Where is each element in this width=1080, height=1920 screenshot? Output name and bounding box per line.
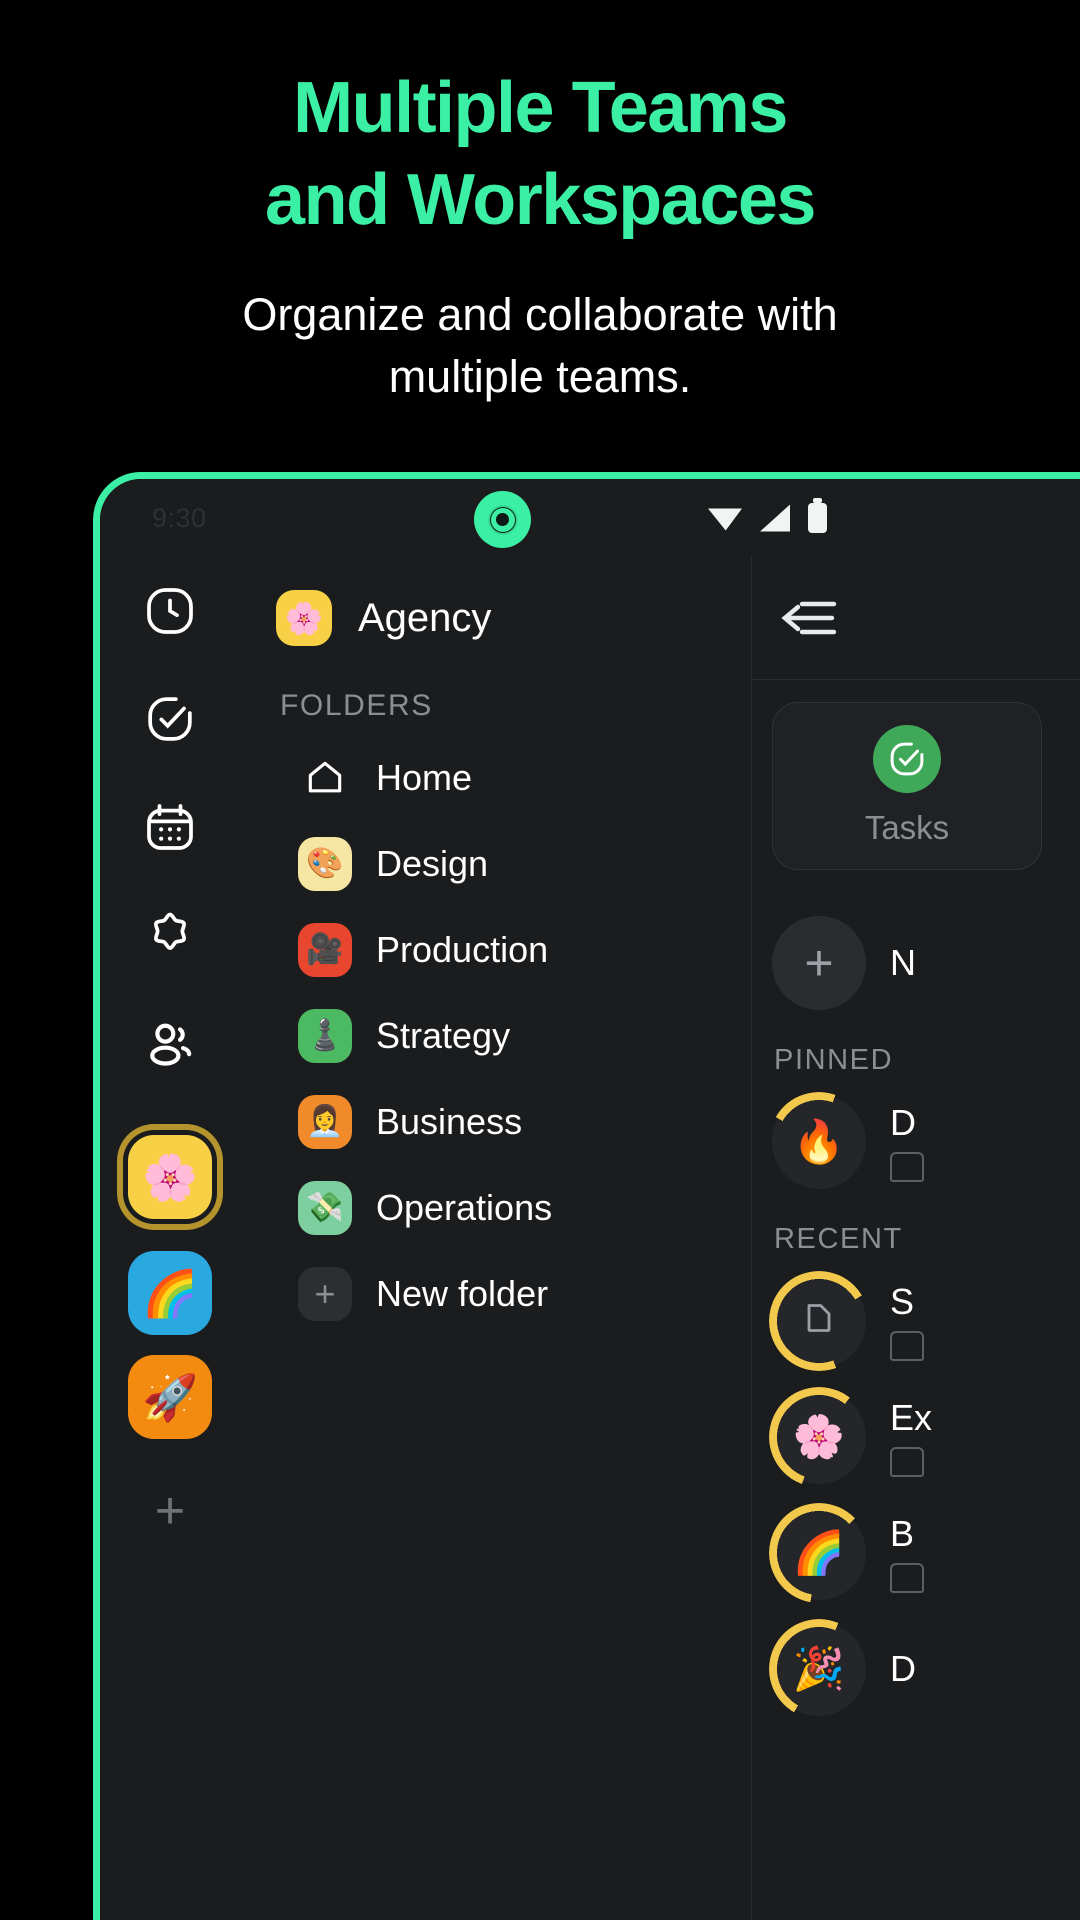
promo-copy: Multiple Teams and Workspaces Organize a… (0, 0, 1080, 409)
cell-signal-icon (760, 504, 790, 532)
fire-emoji: 🔥 (792, 1118, 846, 1165)
businesswoman-emoji: 👩‍💼 (298, 1095, 352, 1149)
progress-ring: 🔥 (769, 1092, 869, 1192)
right-panel-top (752, 557, 1080, 679)
people-icon[interactable] (142, 1015, 198, 1071)
progress-ring (769, 1271, 869, 1371)
folder-list: Home 🎨 Design 🎥 Production ♟️ Strategy 👩… (276, 745, 751, 1327)
workspace-rainbow[interactable]: 🌈 (128, 1251, 212, 1335)
new-folder-button[interactable]: + New folder (276, 1261, 751, 1327)
folder-label: Strategy (376, 1015, 511, 1056)
workspace-header[interactable]: 🌸 Agency (276, 557, 751, 679)
recent-item-label: D (890, 1648, 916, 1689)
folder-item-production[interactable]: 🎥 Production (276, 917, 751, 983)
page-title: Multiple Teams and Workspaces (265, 68, 816, 241)
pinned-section-label: PINNED (774, 1044, 894, 1076)
recent-item[interactable]: 🌸 Ex (769, 1387, 1080, 1487)
progress-ring: 🌸 (769, 1387, 869, 1487)
folder-label: Design (376, 843, 489, 884)
check-circle-icon (873, 725, 941, 793)
recent-item[interactable]: 🎉 D (769, 1619, 1080, 1719)
front-camera-cutout (474, 491, 531, 548)
recent-clock-icon[interactable] (142, 583, 198, 639)
right-panel: Tasks + N PINNED 🔥 D RECENT S 🌸 Ex 🌈 B 🎉… (751, 557, 1080, 1920)
folder-label: Operations (376, 1187, 553, 1228)
folder-label: Business (376, 1101, 523, 1142)
tasks-card[interactable]: Tasks (772, 702, 1042, 870)
page-subtitle: Organize and collaborate with multiple t… (242, 289, 838, 403)
status-icons (708, 498, 827, 533)
home-outline-icon (298, 751, 352, 805)
tasks-check-icon[interactable] (142, 691, 198, 747)
folder-label: Home (376, 757, 473, 798)
palette-emoji: 🎨 (298, 837, 352, 891)
folder-item-home[interactable]: Home (276, 745, 751, 811)
folder-item-design[interactable]: 🎨 Design (276, 831, 751, 897)
promo-screenshot: Multiple Teams and Workspaces Organize a… (0, 0, 1080, 1920)
folder-label: Production (376, 929, 549, 970)
blossom-emoji: 🌸 (792, 1413, 846, 1460)
money-wings-emoji: 💸 (298, 1181, 352, 1235)
workspace-rail: 🌸 🌈 🚀 + (100, 557, 240, 1920)
new-item-button[interactable]: + N (772, 916, 1080, 1010)
folder-item-operations[interactable]: 💸 Operations (276, 1175, 751, 1241)
status-bar: 9:30 (100, 479, 1080, 557)
collapse-sidebar-icon[interactable] (778, 596, 838, 640)
recent-item-label: S (890, 1281, 915, 1322)
status-time: 9:30 (152, 502, 207, 533)
recent-section-label: RECENT (774, 1223, 903, 1255)
chess-pawn-emoji: ♟️ (298, 1009, 352, 1063)
recent-item-label: Ex (890, 1397, 933, 1438)
phone-screen: 9:30 🌸 🌈 🚀 + 🌸 Agency FOLDERS Home 🎨 Des… (100, 479, 1080, 1920)
progress-ring: 🎉 (769, 1619, 869, 1719)
workspace-agency[interactable]: 🌸 (128, 1135, 212, 1219)
movie-camera-emoji: 🎥 (298, 923, 352, 977)
doc-icon (890, 1563, 924, 1593)
wifi-icon (708, 508, 742, 531)
rainbow-emoji: 🌈 (792, 1529, 846, 1576)
phone-mockup: 9:30 🌸 🌈 🚀 + 🌸 Agency FOLDERS Home 🎨 Des… (93, 472, 1080, 1920)
party-popper-emoji: 🎉 (792, 1645, 846, 1692)
folder-item-strategy[interactable]: ♟️ Strategy (276, 1003, 751, 1069)
doc-icon (890, 1447, 924, 1477)
workspace-header-name: Agency (358, 595, 492, 640)
add-workspace-button[interactable]: + (128, 1469, 212, 1553)
pinned-item-label: D (890, 1102, 916, 1143)
battery-icon (808, 498, 827, 533)
doc-icon (890, 1152, 924, 1182)
recent-item-label: B (890, 1513, 915, 1554)
favorites-star-icon[interactable] (142, 907, 198, 963)
plus-icon: + (772, 916, 866, 1010)
recent-item[interactable]: S (769, 1271, 1080, 1371)
folders-section-label: FOLDERS (280, 689, 433, 722)
plus-icon: + (298, 1267, 352, 1321)
pinned-item[interactable]: 🔥 D (769, 1092, 1080, 1192)
new-item-label: N (890, 942, 916, 983)
folder-item-business[interactable]: 👩‍💼 Business (276, 1089, 751, 1155)
recent-item[interactable]: 🌈 B (769, 1503, 1080, 1603)
document-icon (799, 1298, 839, 1345)
progress-ring: 🌈 (769, 1503, 869, 1603)
tasks-card-label: Tasks (864, 809, 950, 846)
sidebar-panel: 🌸 Agency FOLDERS Home 🎨 Design 🎥 Product… (240, 557, 751, 1920)
workspace-header-avatar: 🌸 (276, 590, 332, 646)
folder-label: New folder (376, 1273, 549, 1314)
workspace-rocket[interactable]: 🚀 (128, 1355, 212, 1439)
calendar-icon[interactable] (142, 799, 198, 855)
doc-icon (890, 1331, 924, 1361)
